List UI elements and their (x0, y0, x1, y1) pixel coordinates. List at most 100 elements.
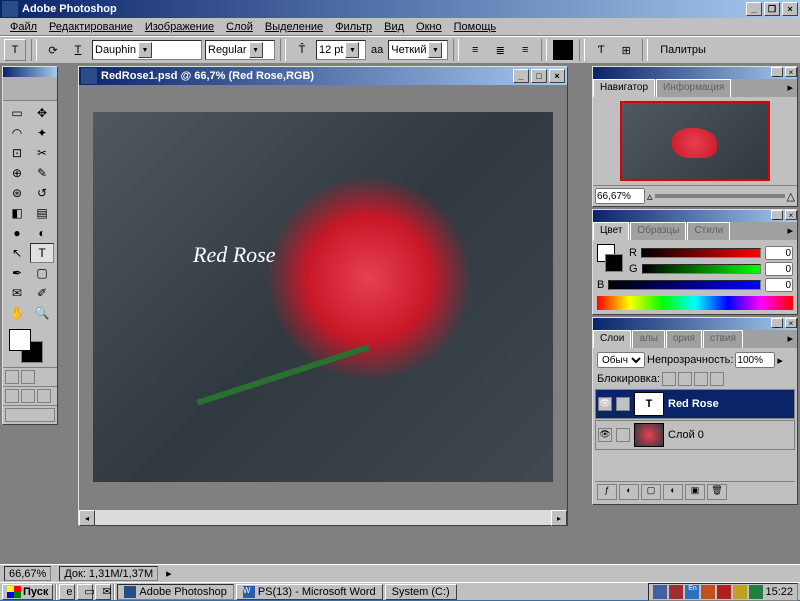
tab-info[interactable]: Информация (656, 79, 731, 97)
font-style-combo[interactable]: Regular▼ (205, 40, 275, 60)
tab-layers[interactable]: Слои (593, 330, 631, 348)
blend-mode-combo[interactable]: Обыч (597, 352, 645, 368)
layer-name-1[interactable]: Red Rose (668, 398, 719, 410)
quick-ie-icon[interactable]: e (59, 584, 75, 600)
task-explorer[interactable]: System (C:) (385, 584, 457, 600)
eraser-tool[interactable]: ◧ (5, 203, 29, 223)
tray-icon[interactable] (669, 585, 683, 599)
new-layer-icon[interactable]: ▣ (685, 484, 705, 500)
nav-min[interactable]: _ (771, 67, 783, 77)
layer-row-2[interactable]: 👁 Слой 0 (595, 420, 795, 450)
standard-mode-icon[interactable] (5, 370, 19, 384)
opacity-input[interactable] (735, 352, 775, 368)
g-input[interactable] (765, 262, 793, 276)
move-tool[interactable]: ✥ (30, 103, 54, 123)
eyedropper-tool[interactable]: ✐ (30, 283, 54, 303)
menu-view[interactable]: Вид (378, 21, 410, 33)
align-left-icon[interactable]: ≡ (464, 39, 486, 61)
r-slider[interactable] (641, 248, 761, 258)
r-input[interactable] (765, 246, 793, 260)
doc-maximize[interactable]: □ (531, 69, 547, 83)
layers-close[interactable]: × (785, 318, 797, 328)
chevron-down-icon[interactable]: ▼ (345, 42, 359, 58)
align-center-icon[interactable]: ≣ (489, 39, 511, 61)
lock-trans-icon[interactable] (662, 372, 676, 386)
layer-row-1[interactable]: 👁 T Red Rose (595, 389, 795, 419)
quick-oe-icon[interactable]: ✉ (95, 584, 111, 600)
menu-file[interactable]: Файл (4, 21, 43, 33)
tab-actions[interactable]: ствия (703, 330, 743, 348)
hand-tool[interactable]: ✋ (5, 303, 29, 323)
tab-navigator[interactable]: Навигатор (593, 79, 655, 97)
layer-style-icon[interactable]: ƒ (597, 484, 617, 500)
heal-tool[interactable]: ⊕ (5, 163, 29, 183)
zoom-out-icon[interactable]: ▵ (647, 190, 653, 203)
type-tool[interactable]: T (30, 243, 54, 263)
history-tool[interactable]: ↺ (30, 183, 54, 203)
status-zoom[interactable]: 66,67% (4, 566, 51, 581)
lock-pos-icon[interactable] (694, 372, 708, 386)
screen-full2-icon[interactable] (37, 389, 51, 403)
font-size-combo[interactable]: 12 pt▼ (316, 40, 366, 60)
link-icon[interactable] (616, 397, 630, 411)
g-slider[interactable] (642, 264, 761, 274)
text-vertical-icon[interactable]: T (67, 39, 89, 61)
jump-icon[interactable] (5, 408, 55, 422)
palettes-toggle-icon[interactable]: ⊞ (615, 39, 637, 61)
color-close[interactable]: × (785, 210, 797, 220)
text-tool-icon[interactable]: T (4, 39, 26, 61)
link-icon[interactable] (616, 428, 630, 442)
align-right-icon[interactable]: ≡ (514, 39, 536, 61)
tab-color[interactable]: Цвет (593, 222, 629, 240)
stamp-tool[interactable]: ⊛ (5, 183, 29, 203)
layer-name-2[interactable]: Слой 0 (668, 429, 704, 441)
menu-edit[interactable]: Редактирование (43, 21, 139, 33)
menu-window[interactable]: Окно (410, 21, 448, 33)
clock[interactable]: 15:22 (765, 586, 793, 598)
opacity-menu-icon[interactable]: ▸ (777, 354, 783, 367)
doc-minimize[interactable]: _ (513, 69, 529, 83)
canvas[interactable]: Red Rose (79, 85, 567, 509)
antialias-combo[interactable]: Четкий▼ (388, 40, 448, 60)
task-photoshop[interactable]: Adobe Photoshop (117, 584, 233, 600)
menu-image[interactable]: Изображение (139, 21, 220, 33)
menu-help[interactable]: Помощь (448, 21, 503, 33)
color-ramp[interactable] (597, 296, 793, 310)
menu-layer[interactable]: Слой (220, 21, 259, 33)
delete-layer-icon[interactable]: 🗑 (707, 484, 727, 500)
screen-std-icon[interactable] (5, 389, 19, 403)
menu-filter[interactable]: Фильтр (329, 21, 378, 33)
task-word[interactable]: WPS(13) - Microsoft Word (236, 584, 383, 600)
lasso-tool[interactable]: ◠ (5, 123, 29, 143)
zoom-slider[interactable] (655, 194, 785, 198)
blur-tool[interactable]: ● (5, 223, 29, 243)
layer-mask-icon[interactable]: ◐ (619, 484, 639, 500)
chevron-down-icon[interactable]: ▼ (138, 42, 152, 58)
toolbox-header[interactable] (3, 67, 57, 77)
adjust-layer-icon[interactable]: ◐ (663, 484, 683, 500)
tab-history[interactable]: ория (666, 330, 702, 348)
visibility-icon[interactable]: 👁 (598, 428, 612, 442)
nav-zoom-input[interactable] (595, 188, 645, 204)
marquee-tool[interactable]: ▭ (5, 103, 29, 123)
brush-tool[interactable]: ✎ (30, 163, 54, 183)
color-bg-swatch[interactable] (605, 254, 623, 272)
menu-select[interactable]: Выделение (259, 21, 329, 33)
tray-volume-icon[interactable] (733, 585, 747, 599)
tray-icon[interactable] (717, 585, 731, 599)
tray-icon[interactable] (749, 585, 763, 599)
panel-menu-icon[interactable]: ▸ (783, 222, 797, 240)
pen-tool[interactable]: ✒ (5, 263, 29, 283)
shape-tool[interactable]: ▢ (30, 263, 54, 283)
nav-close[interactable]: × (785, 67, 797, 77)
b-slider[interactable] (608, 280, 761, 290)
slice-tool[interactable]: ✂ (30, 143, 54, 163)
panel-menu-icon[interactable]: ▸ (783, 330, 797, 348)
chevron-down-icon[interactable]: ▼ (428, 42, 442, 58)
start-button[interactable]: Пуск (2, 584, 53, 600)
layer-set-icon[interactable]: ▢ (641, 484, 661, 500)
scroll-right-icon[interactable]: ▸ (551, 510, 567, 526)
b-input[interactable] (765, 278, 793, 292)
tray-icon[interactable] (653, 585, 667, 599)
h-scrollbar[interactable]: ◂ ▸ (79, 509, 567, 525)
